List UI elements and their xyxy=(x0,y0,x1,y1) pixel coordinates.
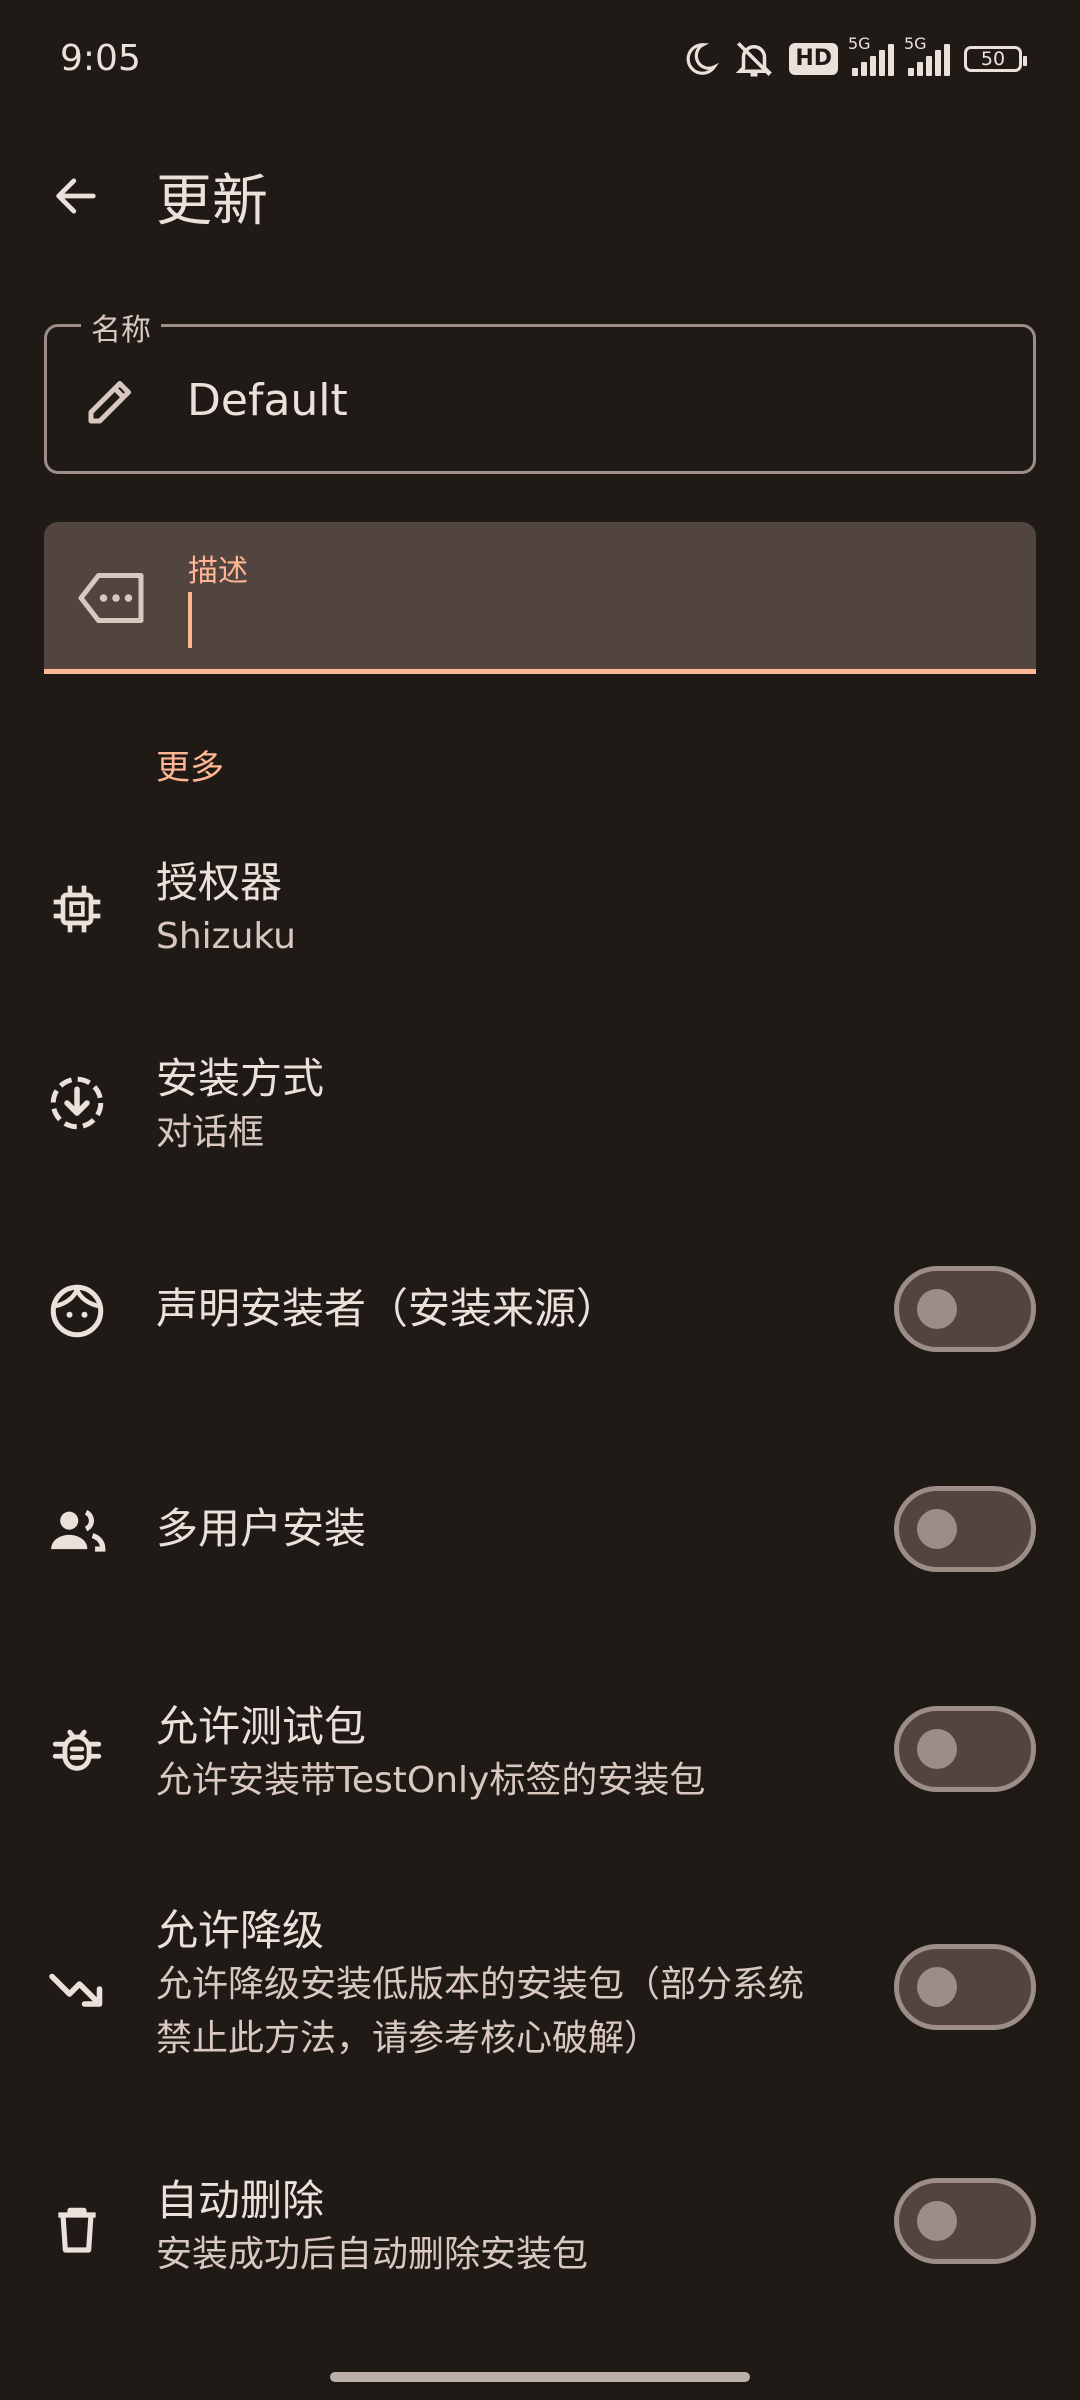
signal-strength-icon: 5G xyxy=(848,34,894,76)
battery-level: 50 xyxy=(980,48,1006,70)
status-time: 9:05 xyxy=(60,38,141,79)
setting-subtitle: 安装成功后自动删除安装包 xyxy=(156,2234,589,2275)
toggle-knob xyxy=(917,1967,957,2007)
hd-voice-badge: HD xyxy=(789,43,838,75)
setting-title: 多用户安装 xyxy=(156,1504,367,1553)
auto-delete-toggle[interactable] xyxy=(894,2178,1036,2264)
multi-user-install-toggle[interactable] xyxy=(894,1486,1036,1572)
pencil-icon xyxy=(88,381,131,424)
setting-subtitle-line-1: 允许降级安装低版本的安装包（部分系统 xyxy=(156,1964,805,2005)
description-field-label: 描述 xyxy=(188,554,248,589)
chip-icon xyxy=(44,876,110,942)
back-button[interactable] xyxy=(40,160,112,232)
toggle-knob xyxy=(917,1729,957,1769)
arrow-back-icon xyxy=(56,178,96,214)
setting-subtitle: Shizuku xyxy=(156,916,296,957)
declare-installer-toggle[interactable] xyxy=(894,1266,1036,1352)
toggle-knob xyxy=(917,2201,957,2241)
setting-declare-installer[interactable]: 声明安装者（安装来源） xyxy=(0,1266,1080,1356)
name-field-label: 名称 xyxy=(81,305,161,349)
setting-auto-delete[interactable]: 自动删除 安装成功后自动删除安装包 xyxy=(0,2168,1080,2288)
status-icons: HD 5G 5G 50 xyxy=(681,34,1027,80)
setting-authorizer[interactable]: 授权器 Shizuku xyxy=(0,850,1080,970)
app-bar: 更新 xyxy=(0,120,1080,270)
muted-bell-icon xyxy=(736,42,773,77)
trending-down-icon xyxy=(44,1956,110,2022)
network-type-label: 5G xyxy=(904,34,927,53)
toggle-knob xyxy=(917,1289,957,1329)
do-not-disturb-moon-icon xyxy=(686,43,720,75)
setting-title: 安装方式 xyxy=(156,1054,325,1103)
name-field[interactable]: 名称 Default xyxy=(44,305,1036,474)
allow-downgrade-toggle[interactable] xyxy=(894,1944,1036,2030)
setting-title: 声明安装者（安装来源） xyxy=(156,1284,619,1333)
setting-title: 允许测试包 xyxy=(156,1702,367,1751)
battery-icon: 50 xyxy=(964,46,1027,72)
allow-test-package-toggle[interactable] xyxy=(894,1706,1036,1792)
toggle-knob xyxy=(917,1509,957,1549)
setting-title: 自动删除 xyxy=(156,2176,325,2225)
label-tag-icon xyxy=(78,573,144,623)
setting-allow-test-package[interactable]: 允许测试包 允许安装带TestOnly标签的安装包 xyxy=(0,1690,1080,1810)
description-field[interactable]: 描述 xyxy=(44,522,1036,674)
setting-subtitle: 对话框 xyxy=(156,1112,265,1153)
network-type-label: 5G xyxy=(848,34,871,53)
setting-multi-user-install[interactable]: 多用户安装 xyxy=(0,1486,1080,1576)
trash-icon xyxy=(44,2196,110,2262)
section-header-more: 更多 xyxy=(156,748,224,788)
setting-subtitle: 允许安装带TestOnly标签的安装包 xyxy=(156,1760,706,1801)
name-field-value: Default xyxy=(187,375,348,426)
setting-title: 允许降级 xyxy=(156,1906,325,1955)
users-icon xyxy=(44,1498,110,1564)
setting-allow-downgrade[interactable]: 允许降级 允许降级安装低版本的安装包（部分系统 禁止此方法，请参考核心破解） xyxy=(0,1904,1080,2074)
page-title: 更新 xyxy=(156,169,268,234)
bug-icon xyxy=(44,1716,110,1782)
install-download-icon xyxy=(44,1070,110,1136)
text-cursor xyxy=(188,592,192,648)
home-indicator[interactable] xyxy=(330,2372,750,2382)
signal-strength-icon: 5G xyxy=(904,34,950,76)
setting-install-method[interactable]: 安装方式 对话框 xyxy=(0,1046,1080,1166)
face-icon xyxy=(44,1278,110,1344)
setting-subtitle-line-2: 禁止此方法，请参考核心破解） xyxy=(156,2018,661,2059)
setting-title: 授权器 xyxy=(156,858,283,907)
status-bar: 9:05 HD 5G 5G 50 xyxy=(0,0,1080,120)
